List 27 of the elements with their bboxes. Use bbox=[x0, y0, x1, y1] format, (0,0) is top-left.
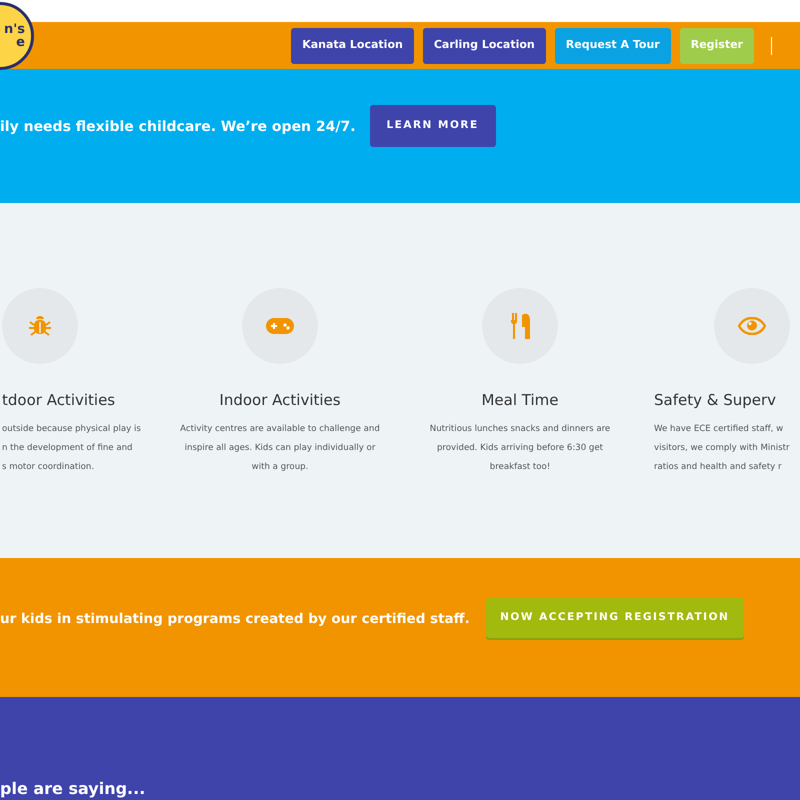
fork-knife-icon bbox=[509, 313, 531, 339]
feature-description: ratios and health and safety r bbox=[654, 460, 782, 474]
eye-icon bbox=[738, 317, 766, 335]
banner-text: ily needs flexible childcare. We’re open 24/7. bbox=[0, 118, 356, 137]
feature-description: Nutritious lunches snacks and dinners are bbox=[430, 422, 610, 436]
gamepad-icon bbox=[266, 318, 294, 334]
learn-more-button[interactable]: LEARN MORE bbox=[370, 105, 496, 147]
feature-title: tdoor Activities bbox=[2, 390, 116, 411]
feature-description: with a group. bbox=[252, 460, 308, 474]
feature-description: inspire all ages. Kids can play individually or bbox=[184, 442, 376, 454]
feature-title: Meal Time bbox=[481, 390, 558, 411]
feature-description: Activity centres are available to challenge and bbox=[180, 422, 380, 436]
nav-button[interactable]: Carling Location bbox=[422, 28, 546, 64]
bug-icon bbox=[29, 314, 51, 338]
testimonials-heading: ple are saying... bbox=[0, 778, 146, 798]
feature-description: visitors, we comply with Ministr bbox=[654, 442, 790, 454]
feature-description: We have ECE certified staff, w bbox=[654, 422, 784, 436]
feature-description: n the development of fine and bbox=[2, 442, 132, 454]
feature-description: outside because physical play is bbox=[2, 422, 141, 436]
feature-description: provided. Kids arriving before 6:30 get bbox=[436, 442, 604, 454]
feature-description: s motor coordination. bbox=[2, 460, 94, 474]
feature-title: Indoor Activities bbox=[219, 390, 341, 411]
cta-text: ur kids in stimulating programs created by our certified staff. bbox=[0, 610, 470, 629]
feature-description: breakfast too! bbox=[490, 460, 550, 474]
nav-button[interactable]: Kanata Location bbox=[291, 28, 414, 64]
feature-title: Safety & Superv bbox=[654, 390, 776, 411]
logo[interactable]: n's e bbox=[0, 2, 34, 70]
